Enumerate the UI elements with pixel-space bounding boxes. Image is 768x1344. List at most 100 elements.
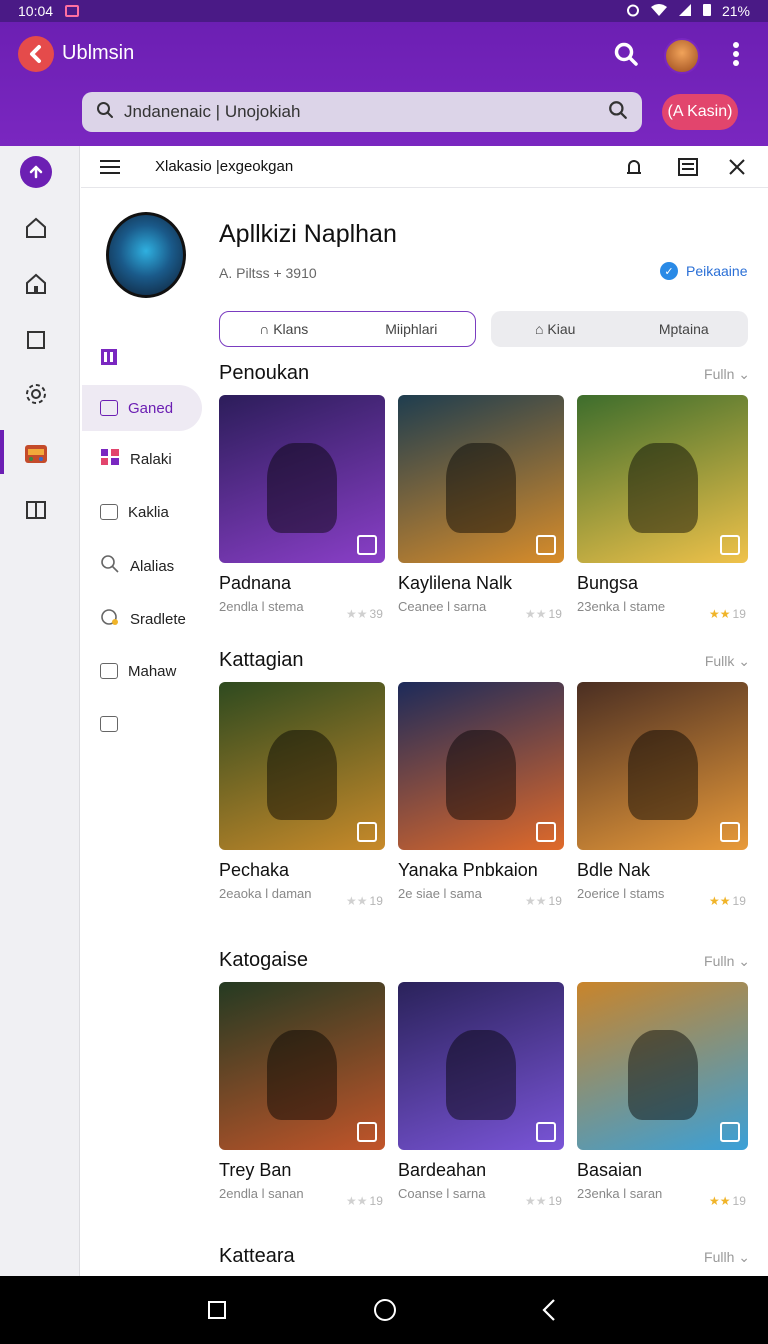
search-input[interactable]: Jndanenaic | Unojokiah [124,102,608,122]
subnav-item-ralaki[interactable]: Ralaki [82,436,202,482]
game-title[interactable]: Bardeahan [398,1160,486,1181]
game-subtitle: 2endla l sanan [219,1186,304,1201]
subnav-item-mahaw[interactable]: Mahaw [82,648,202,694]
game-card[interactable] [577,982,748,1150]
star-icon: ★★ [525,1194,547,1208]
menu-icon[interactable] [97,154,123,180]
subnav-item-top[interactable] [82,336,202,382]
search-trailing-icon[interactable] [608,100,628,125]
home-icon[interactable] [20,212,52,244]
more-vert-icon[interactable] [720,38,752,70]
app-bar: Ublmsin Jndanenaic | Unojokiah (A Kasin) [0,22,768,146]
game-rating: ★★ 19 [709,894,746,908]
checkbox-icon[interactable] [357,1122,377,1142]
game-title[interactable]: Padnana [219,573,291,594]
game-card[interactable] [577,682,748,850]
game-card[interactable] [398,682,564,850]
checkbox-icon[interactable] [720,535,740,555]
tv-icon [100,663,118,679]
app-logo-icon[interactable] [18,36,54,72]
section-more-link[interactable]: Fullh ⌄ [704,1249,750,1266]
game-title[interactable]: Yanaka Pnbkaion [398,860,538,881]
notification-icon [65,5,80,17]
game-subtitle: 2endla l stema [219,599,304,614]
search-icon[interactable] [610,38,642,70]
game-title[interactable]: Basaian [577,1160,642,1181]
game-card[interactable] [398,395,564,563]
checkbox-icon[interactable] [536,1122,556,1142]
section-title: Katteara [219,1245,295,1267]
search-person-icon [100,554,120,578]
section-more-link[interactable]: Fullk ⌄ [705,653,750,670]
user-avatar[interactable] [664,38,700,74]
game-card[interactable] [219,982,385,1150]
back-icon[interactable] [537,1298,561,1322]
game-title[interactable]: Pechaka [219,860,289,881]
upload-icon[interactable] [20,156,52,188]
star-icon: ★★ [346,607,368,621]
search-bar[interactable]: Jndanenaic | Unojokiah [82,92,642,132]
game-title[interactable]: Trey Ban [219,1160,291,1181]
profile-avatar[interactable] [106,212,186,298]
system-nav-bar [0,1276,768,1344]
game-card[interactable] [577,395,748,563]
section-more-link[interactable]: Fulln ⌄ [704,953,750,970]
game-title[interactable]: Bungsa [577,573,638,594]
game-title[interactable]: Bdle Nak [577,860,650,881]
home-circle-icon[interactable] [373,1298,397,1322]
subnav-label: Ganed [128,399,174,417]
checkbox-icon[interactable] [720,822,740,842]
signal-icon [678,3,692,20]
timer-icon [100,607,120,631]
alarm-icon [626,3,640,20]
subnav-item-bottom[interactable] [82,701,202,747]
rating-value: 19 [548,894,562,908]
game-rating: ★★ 39 [346,607,383,621]
section-more-link[interactable]: Fulln ⌄ [704,366,750,383]
recents-icon[interactable] [205,1298,229,1322]
game-subtitle: 2eaoka l daman [219,886,312,901]
rating-value: 39 [369,607,383,621]
game-artwork [446,443,516,533]
game-subtitle: 23enka l saran [577,1186,663,1201]
checkbox-icon[interactable] [357,535,377,555]
game-card[interactable] [219,395,385,563]
star-icon: ★★ [709,607,731,621]
subnav-item-kaklia[interactable]: Kaklia [82,489,202,535]
rating-value: 19 [548,1194,562,1208]
games-icon[interactable] [20,438,52,470]
subnav-label: Mahaw [128,662,177,680]
tab-label: Klans [273,321,309,337]
game-title[interactable]: Kaylilena Nalk [398,573,512,594]
subnav-item-ganed[interactable]: Ganed [82,385,202,431]
close-icon[interactable] [724,154,750,180]
verified-label: Peikaaine [686,263,748,279]
subnav-item-sradlete[interactable]: Sradlete [82,596,202,642]
tab-mptaina[interactable]: Mptaina [620,321,749,337]
checkbox-icon[interactable] [536,535,556,555]
subnav-label: Alalias [130,557,175,575]
game-subtitle: 2e siae l sama [398,886,482,901]
list-icon[interactable] [675,154,701,180]
settings-icon[interactable] [20,378,52,410]
game-card[interactable] [219,682,385,850]
tab-kiau[interactable]: ⌂ Kiau [491,321,620,337]
subnav-item-alalias[interactable]: Alalias [82,543,202,589]
checkbox-icon[interactable] [720,1122,740,1142]
action-button[interactable]: (A Kasin) [662,94,738,130]
square-icon[interactable] [20,324,52,356]
star-icon: ★★ [346,894,368,908]
home-small-icon: ⌂ [535,321,548,337]
book-icon[interactable] [20,494,52,526]
navigation-rail [0,146,80,1276]
bell-icon[interactable] [621,154,647,180]
game-card[interactable] [398,982,564,1150]
rating-value: 19 [548,607,562,621]
checkbox-icon[interactable] [357,822,377,842]
tab-miiphlari[interactable]: Miiphlari [348,321,476,337]
tab-klans[interactable]: ∩ Klans [220,321,348,337]
home-alt-icon[interactable] [20,268,52,300]
checkbox-icon[interactable] [536,822,556,842]
verified-link[interactable]: ✓ Peikaaine [660,262,748,280]
frame-icon [100,716,118,732]
